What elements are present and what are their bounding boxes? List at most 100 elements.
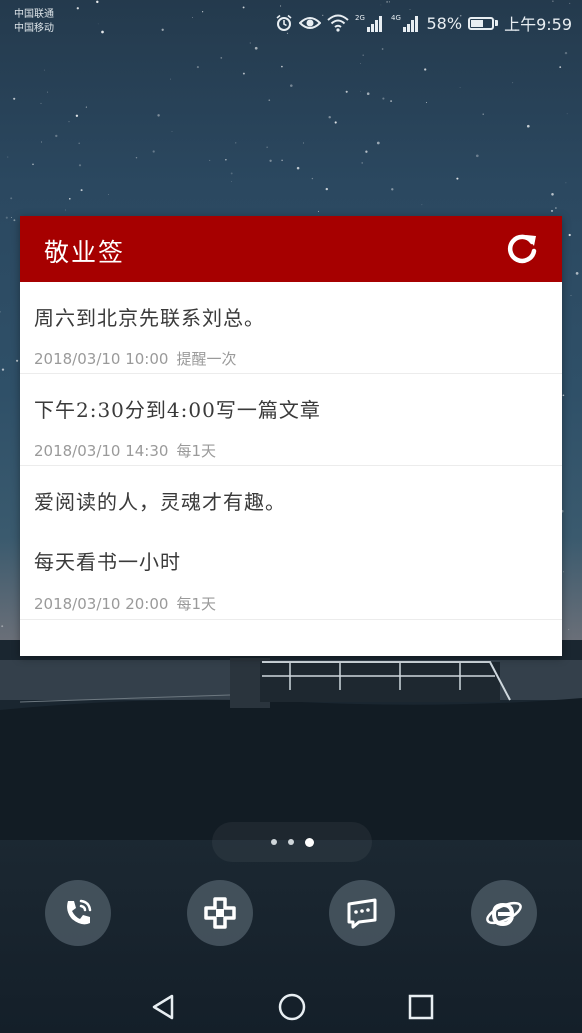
- star: [334, 121, 337, 124]
- star: [568, 628, 570, 631]
- star: [55, 134, 58, 138]
- star: [78, 142, 80, 145]
- note-text: 周六到北京先联系刘总。: [34, 306, 265, 330]
- star: [456, 177, 459, 180]
- star: [281, 159, 283, 162]
- star: [325, 187, 328, 191]
- battery-icon: [468, 16, 499, 30]
- star: [108, 194, 109, 195]
- star: [475, 154, 479, 158]
- note-meta: 2018/03/10 20:00 每1天: [34, 593, 216, 614]
- page-dot-active[interactable]: [304, 837, 314, 847]
- sim1-network-label: 2G: [355, 14, 365, 22]
- star: [345, 90, 348, 93]
- note-meta: 2018/03/10 10:00 提醒一次: [34, 348, 236, 369]
- wifi-icon: [326, 14, 349, 32]
- messages-app[interactable]: [329, 880, 395, 946]
- star: [570, 295, 572, 297]
- star: [0, 311, 1, 313]
- star: [391, 188, 394, 191]
- star: [281, 65, 283, 68]
- star: [303, 142, 304, 144]
- star: [234, 142, 237, 144]
- star: [47, 91, 49, 93]
- carrier-2: 中国移动: [14, 23, 54, 34]
- phone-app[interactable]: [45, 880, 111, 946]
- star: [225, 159, 227, 161]
- star: [512, 82, 514, 84]
- back-icon[interactable]: [148, 992, 178, 1022]
- star: [459, 87, 461, 88]
- star: [16, 359, 19, 362]
- star: [40, 141, 42, 143]
- star: [526, 124, 530, 128]
- star: [296, 166, 300, 170]
- note-reminder: 提醒一次: [176, 350, 237, 368]
- star: [65, 209, 67, 211]
- star: [421, 204, 423, 206]
- star: [565, 182, 567, 184]
- star: [362, 54, 364, 57]
- star: [550, 209, 554, 212]
- page-indicator[interactable]: [212, 822, 372, 862]
- star: [68, 120, 70, 123]
- note-text: 每天看书一小时: [34, 550, 181, 574]
- carrier-1: 中国联通: [14, 9, 54, 20]
- clock: 上午9:59: [504, 15, 572, 34]
- health-app[interactable]: [187, 880, 253, 946]
- sim2-network-label: 4G: [391, 14, 401, 22]
- widget-title[interactable]: 敬业签: [44, 233, 125, 269]
- note-date: 2018/03/10 20:00: [34, 595, 169, 613]
- star: [268, 99, 271, 102]
- star: [40, 102, 42, 104]
- star: [43, 69, 45, 71]
- refresh-icon[interactable]: [504, 231, 540, 267]
- star: [80, 189, 83, 192]
- star: [85, 106, 87, 108]
- page-dot[interactable]: [270, 839, 277, 845]
- star: [1, 368, 5, 371]
- recents-icon[interactable]: [406, 992, 436, 1022]
- star: [328, 115, 331, 119]
- star: [196, 66, 199, 69]
- signal-icon: 2G: [355, 13, 385, 33]
- star: [317, 210, 319, 212]
- star: [366, 92, 370, 95]
- star: [266, 146, 268, 148]
- star: [230, 172, 233, 175]
- alarm-icon: [275, 14, 293, 32]
- browser-e-icon: [486, 901, 522, 927]
- star: [376, 141, 380, 145]
- star: [13, 97, 16, 100]
- note-date: 2018/03/10 14:30: [34, 442, 169, 460]
- star: [382, 97, 385, 100]
- star: [220, 57, 223, 59]
- note-item[interactable]: 周六到北京先联系刘总。 2018/03/10 10:00 提醒一次: [20, 282, 562, 374]
- notes-widget: 敬业签 周六到北京先联系刘总。 2018/03/10 10:00 提醒一次 下午2…: [20, 216, 562, 656]
- star: [78, 164, 82, 167]
- star: [10, 217, 12, 219]
- home-icon[interactable]: [277, 992, 307, 1022]
- star: [231, 181, 232, 182]
- star: [13, 219, 16, 222]
- star: [555, 207, 557, 209]
- star: [290, 84, 293, 87]
- eye-icon: [298, 15, 321, 31]
- star: [562, 394, 565, 397]
- note-date: 2018/03/10 10:00: [34, 350, 169, 368]
- star: [5, 216, 8, 219]
- note-item[interactable]: 下午2:30分到4:00写一篇文章 2018/03/10 14:30 每1天: [20, 374, 562, 466]
- star: [568, 233, 571, 237]
- coast-landscape: [0, 640, 582, 840]
- status-icons: 2G 4G 58% 上午9:59: [275, 11, 572, 35]
- note-text: 爱阅读的人，灵魂才有趣。: [34, 490, 286, 514]
- star: [32, 163, 34, 166]
- phone-icon: [67, 899, 92, 925]
- note-item[interactable]: 爱阅读的人，灵魂才有趣。 每天看书一小时 2018/03/10 20:00 每1天: [20, 466, 562, 620]
- star: [311, 177, 314, 180]
- star: [242, 72, 245, 75]
- star: [575, 272, 579, 275]
- star: [482, 113, 484, 115]
- page-dot[interactable]: [287, 839, 294, 845]
- browser-app[interactable]: [471, 880, 537, 946]
